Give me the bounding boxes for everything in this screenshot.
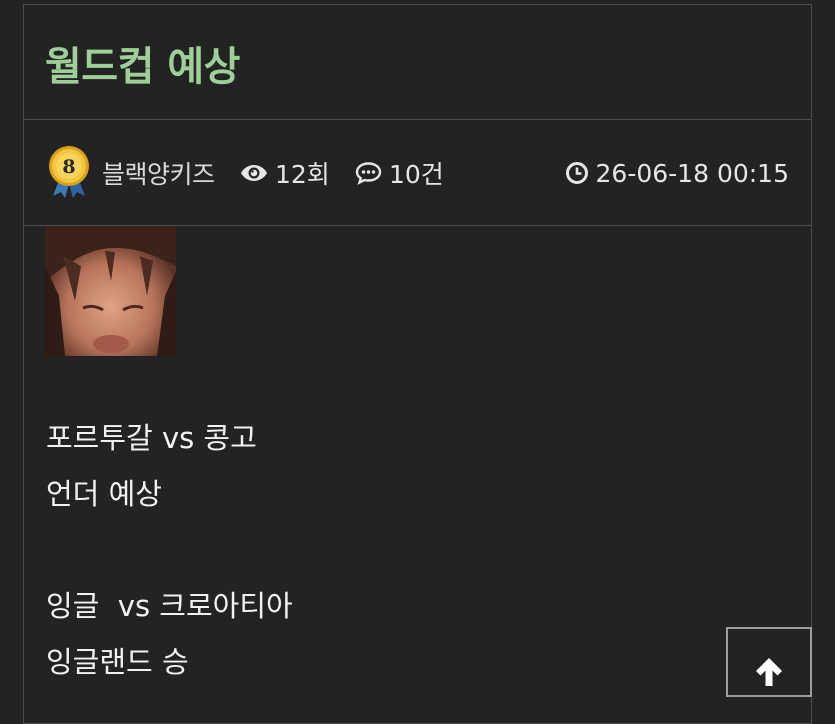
author-name[interactable]: 블랙양키즈	[102, 120, 215, 226]
view-count: 12회	[240, 120, 330, 226]
post-header: 월드컵 예상	[24, 5, 811, 120]
arrow-up-icon	[756, 658, 782, 686]
body-line: 잉글 vs 크로아티아	[46, 589, 293, 623]
view-count-label: 12회	[275, 160, 330, 189]
post-datetime: 26-06-18 00:15	[565, 120, 789, 226]
scroll-top-button[interactable]	[726, 627, 812, 697]
svg-text:8: 8	[62, 156, 75, 178]
post-card: 월드컵 예상 8 블랙양키즈 12회 10건 26-06-18 00:15 포르…	[23, 4, 812, 724]
body-line: 잉글랜드 승	[46, 645, 189, 679]
post-title: 월드컵 예상	[45, 44, 240, 90]
comment-icon	[355, 162, 382, 185]
post-datetime-label: 26-06-18 00:15	[595, 158, 789, 188]
comment-count-label: 10건	[389, 160, 444, 189]
post-image[interactable]	[45, 226, 176, 356]
post-meta: 8 블랙양키즈 12회 10건 26-06-18 00:15	[24, 120, 811, 226]
comment-count[interactable]: 10건	[355, 120, 444, 226]
body-line: 포르투갈 vs 콩고	[46, 421, 257, 455]
level-medal-icon: 8	[47, 118, 98, 224]
eye-icon	[241, 165, 267, 181]
author-name-label: 블랙양키즈	[102, 160, 215, 189]
body-line: 언더 예상	[46, 477, 162, 511]
clock-icon	[565, 162, 588, 184]
